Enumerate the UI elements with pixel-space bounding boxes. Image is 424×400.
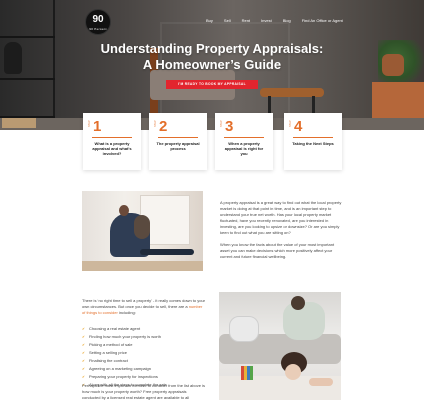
toc-title: What is a property appraisal and what's … <box>92 141 132 156</box>
toc-number: 3 <box>225 118 234 135</box>
toc-divider <box>293 137 333 138</box>
hero-floor <box>0 118 424 130</box>
toc-step-label: STEP <box>220 120 223 127</box>
list-item: Preparing your property for inspections <box>82 373 206 381</box>
selling-intro-text: There is ‘no right time to sell a proper… <box>82 298 206 309</box>
toc-number: 4 <box>294 118 303 135</box>
toc-step-label: STEP <box>289 120 292 127</box>
nav-item-blog[interactable]: Blog <box>283 18 291 23</box>
toc-divider <box>224 137 264 138</box>
toc-title: Taking the Next Steps <box>292 141 334 146</box>
photo-parent-2 <box>283 302 325 340</box>
couple-photo <box>82 191 203 271</box>
toc-card-1[interactable]: STEP 1 What is a property appraisal and … <box>83 113 141 170</box>
logo-number: 90 <box>92 14 104 25</box>
list-item: Choosing a real estate agent <box>82 325 206 333</box>
nav-item-find-office[interactable]: Find An Office or Agent <box>302 18 343 23</box>
list-item: Finding how much your property is worth <box>82 333 206 341</box>
page-title-line2: A Homeowner’s Guide <box>142 57 282 72</box>
main-nav: Buy Sell Rent Invest Blog Find An Office… <box>206 18 343 23</box>
photo-parent <box>229 316 259 342</box>
list-item: Picking a method of sale <box>82 341 206 349</box>
site-logo[interactable]: 90 90 Percent <box>85 9 111 35</box>
intro-paragraph: A property appraisal is a great way to f… <box>220 200 342 235</box>
family-photo <box>219 292 341 400</box>
toc-card-2[interactable]: STEP 2 The property appraisal process <box>149 113 207 170</box>
photo-man-head <box>119 205 129 216</box>
selling-checklist: Choosing a real estate agent Finding how… <box>82 325 206 389</box>
photo-child-face <box>285 364 301 380</box>
page-title: Understanding Property Appraisals: A Hom… <box>0 41 424 73</box>
photo-parent-head <box>291 296 305 310</box>
photo-legs <box>140 249 194 255</box>
list-item: Agreeing on a marketing campaign <box>82 365 206 373</box>
photo-pencil-cup <box>241 366 253 380</box>
toc-step-label: STEP <box>88 120 91 127</box>
toc-divider <box>92 137 132 138</box>
nav-item-buy[interactable]: Buy <box>206 18 213 23</box>
selling-intro: There is ‘no right time to sell a proper… <box>82 298 206 316</box>
toc-step-label: STEP <box>154 120 157 127</box>
toc-number: 1 <box>93 118 102 135</box>
toc-card-4[interactable]: STEP 4 Taking the Next Steps <box>284 113 342 170</box>
nav-item-invest[interactable]: Invest <box>261 18 272 23</box>
toc-card-3[interactable]: STEP 3 When a property appraisal is righ… <box>215 113 273 170</box>
page-title-line1: Understanding Property Appraisals: <box>100 41 324 56</box>
nav-item-rent[interactable]: Rent <box>242 18 250 23</box>
nav-item-sell[interactable]: Sell <box>224 18 231 23</box>
toc-divider <box>158 137 198 138</box>
logo-subtitle: 90 Percent <box>89 27 107 31</box>
photo-child-hand <box>309 378 333 386</box>
selling-outro: Perhaps the most important element to co… <box>82 383 205 400</box>
intro-paragraph-2: When you know the facts about the value … <box>220 242 335 259</box>
toc-title: The property appraisal process <box>156 141 200 151</box>
list-item: Setting a selling price <box>82 349 206 357</box>
photo-woman <box>134 215 150 239</box>
selling-intro-suffix: including: <box>117 310 136 315</box>
toc-title: When a property appraisal is right for y… <box>224 141 264 156</box>
book-appraisal-button[interactable]: I’M READY TO BOOK MY APPRAISAL <box>166 80 258 89</box>
hero-books-image <box>2 118 36 128</box>
toc-number: 2 <box>159 118 168 135</box>
photo-floor <box>82 261 203 271</box>
list-item: Finalising the contract <box>82 357 206 365</box>
